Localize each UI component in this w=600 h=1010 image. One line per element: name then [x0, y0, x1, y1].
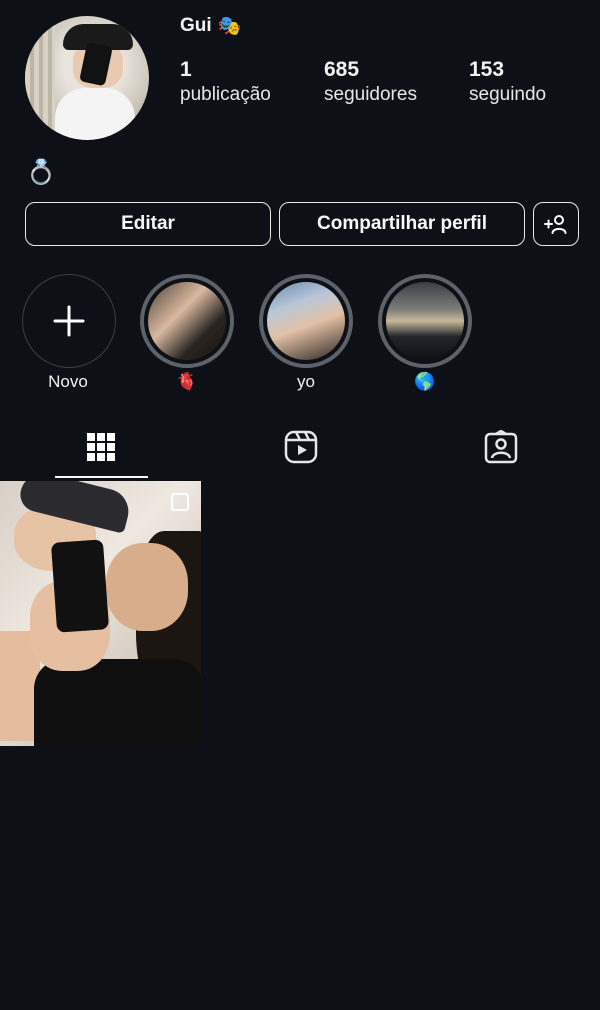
- stat-posts-label: publicação: [180, 84, 271, 105]
- tab-tagged[interactable]: [484, 430, 518, 464]
- discover-people-button[interactable]: [533, 202, 579, 246]
- active-tab-indicator: [55, 476, 148, 478]
- highlight-heart[interactable]: [140, 274, 234, 368]
- highlight-label-globe: 🌎: [414, 372, 436, 392]
- grid-icon: [87, 433, 115, 461]
- highlight-new[interactable]: [22, 274, 116, 368]
- stat-posts-value: 1: [180, 58, 192, 81]
- share-profile-button[interactable]: Compartilhar perfil: [279, 202, 525, 246]
- stat-posts[interactable]: 1 publicação: [180, 58, 271, 106]
- tab-posts[interactable]: [84, 430, 118, 464]
- edit-profile-button[interactable]: Editar: [25, 202, 271, 246]
- plus-icon: [53, 305, 85, 337]
- highlight-thumbnail: [267, 282, 345, 360]
- profile-avatar[interactable]: [25, 16, 149, 140]
- theater-masks-icon: 🎭: [217, 15, 242, 37]
- add-person-icon: [544, 215, 567, 234]
- ring-icon: 💍: [26, 158, 56, 186]
- tagged-icon: [484, 430, 518, 464]
- stat-followers[interactable]: 685 seguidores: [324, 58, 417, 106]
- stat-following[interactable]: 153 seguindo: [469, 58, 546, 106]
- reels-icon: [284, 430, 318, 464]
- username-text: Gui: [180, 14, 212, 36]
- highlight-label-new: Novo: [48, 372, 88, 391]
- stat-followers-label: seguidores: [324, 84, 417, 105]
- highlight-globe[interactable]: [378, 274, 472, 368]
- highlight-yo[interactable]: [259, 274, 353, 368]
- highlight-thumbnail: [386, 282, 464, 360]
- highlight-label-yo: yo: [297, 372, 315, 391]
- stat-followers-value: 685: [324, 58, 360, 81]
- stat-following-label: seguindo: [469, 84, 547, 105]
- multiple-photos-icon: [171, 493, 189, 511]
- stat-following-value: 153: [469, 58, 505, 81]
- tab-reels[interactable]: [284, 430, 318, 464]
- post-thumbnail[interactable]: [0, 481, 201, 746]
- profile-username: Gui 🎭: [180, 14, 242, 38]
- highlight-label-heart: 🫀: [176, 372, 198, 392]
- highlight-thumbnail: [148, 282, 226, 360]
